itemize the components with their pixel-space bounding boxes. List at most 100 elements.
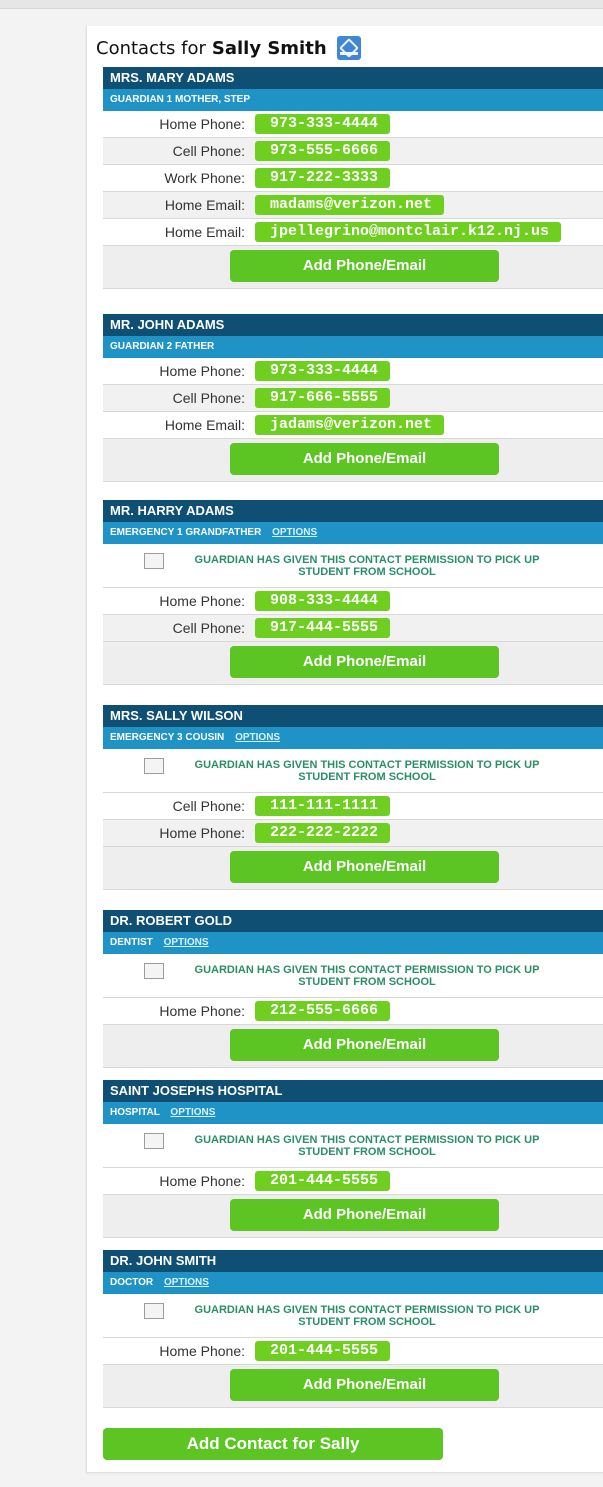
actions-row: Add Phone/Email xyxy=(103,847,603,890)
contact-name: MR. JOHN ADAMS xyxy=(103,314,603,336)
title-prefix: Contacts for xyxy=(96,37,206,59)
contact-name: SAINT JOSEPHS HOSPITAL xyxy=(103,1080,603,1102)
permission-text: GUARDIAN HAS GIVEN THIS CONTACT PERMISSI… xyxy=(194,553,540,578)
actions-row: Add Phone/Email xyxy=(103,1025,603,1068)
options-link[interactable]: OPTIONS xyxy=(164,937,209,948)
contact-role-text: DOCTOR xyxy=(110,1277,154,1288)
phone-value[interactable]: 201-444-5555 xyxy=(255,1171,391,1191)
actions-row: Add Phone/Email xyxy=(103,439,603,482)
permission-text: GUARDIAN HAS GIVEN THIS CONTACT PERMISSI… xyxy=(194,963,540,988)
contact-name: MRS. SALLY WILSON xyxy=(103,705,603,727)
contact-role: EMERGENCY 1 GRANDFATHER OPTIONS xyxy=(103,522,603,544)
contact-name: DR. JOHN SMITH xyxy=(103,1250,603,1272)
options-link[interactable]: OPTIONS xyxy=(235,732,280,743)
actions-row: Add Phone/Email xyxy=(103,1365,603,1408)
options-link[interactable]: OPTIONS xyxy=(272,527,317,538)
field-label: Home Email: xyxy=(164,197,245,213)
phone-value[interactable]: 917-222-3333 xyxy=(255,168,391,188)
add-phone-email-button[interactable]: Add Phone/Email xyxy=(230,1369,499,1401)
contact-role: DENTIST OPTIONS xyxy=(103,932,603,954)
phone-value[interactable]: 201-444-5555 xyxy=(255,1341,391,1361)
add-contact-button[interactable]: Add Contact for Sally xyxy=(103,1428,443,1460)
top-bar xyxy=(0,0,603,9)
contact-card: MR. HARRY ADAMS EMERGENCY 1 GRANDFATHER … xyxy=(103,500,603,685)
add-phone-email-button[interactable]: Add Phone/Email xyxy=(230,1199,499,1231)
phone-value[interactable]: 973-555-6666 xyxy=(255,141,391,161)
pickup-permission: GUARDIAN HAS GIVEN THIS CONTACT PERMISSI… xyxy=(103,1294,603,1338)
field-label: Home Phone: xyxy=(159,363,245,379)
permission-text: GUARDIAN HAS GIVEN THIS CONTACT PERMISSI… xyxy=(194,1303,540,1328)
add-phone-email-button[interactable]: Add Phone/Email xyxy=(230,443,499,475)
actions-row: Add Phone/Email xyxy=(103,642,603,685)
contact-row: Home Phone: 212-555-6666 xyxy=(103,998,603,1025)
pdf-icon[interactable] xyxy=(336,36,361,60)
contact-role-text: GUARDIAN 2 FATHER xyxy=(110,341,215,352)
add-phone-email-button[interactable]: Add Phone/Email xyxy=(230,250,499,282)
phone-value[interactable]: 111-111-1111 xyxy=(255,796,391,816)
contact-row: Home Phone: 201-444-5555 xyxy=(103,1168,603,1195)
field-label: Home Phone: xyxy=(159,1003,245,1019)
contact-role: DOCTOR OPTIONS xyxy=(103,1272,603,1294)
permission-checkbox[interactable] xyxy=(144,1132,164,1149)
contact-role-text: GUARDIAN 1 MOTHER, STEP xyxy=(110,94,251,105)
contact-role-text: EMERGENCY 1 GRANDFATHER xyxy=(110,527,262,538)
field-label: Home Phone: xyxy=(159,1343,245,1359)
contact-role: EMERGENCY 3 COUSIN OPTIONS xyxy=(103,727,603,749)
contact-row: Home Phone: 973-333-4444 xyxy=(103,358,603,385)
permission-checkbox[interactable] xyxy=(144,1302,164,1319)
contact-role-text: HOSPITAL xyxy=(110,1107,160,1118)
phone-value[interactable]: 222-222-2222 xyxy=(255,823,391,843)
phone-value[interactable]: 973-333-4444 xyxy=(255,361,391,381)
pickup-permission: GUARDIAN HAS GIVEN THIS CONTACT PERMISSI… xyxy=(103,749,603,793)
student-name: Sally Smith xyxy=(211,37,327,59)
field-label: Cell Phone: xyxy=(172,620,245,636)
permission-text: GUARDIAN HAS GIVEN THIS CONTACT PERMISSI… xyxy=(194,758,540,783)
contact-card: SAINT JOSEPHS HOSPITAL HOSPITAL OPTIONS … xyxy=(103,1080,603,1238)
field-label: Cell Phone: xyxy=(172,798,245,814)
contact-row: Cell Phone: 917-444-5555 xyxy=(103,615,603,642)
phone-value[interactable]: 917-666-5555 xyxy=(255,388,391,408)
contact-card: DR. ROBERT GOLD DENTIST OPTIONS GUARDIAN… xyxy=(103,910,603,1068)
email-value[interactable]: madams@verizon.net xyxy=(255,195,445,215)
contact-row: Home Email: jadams@verizon.net xyxy=(103,412,603,439)
field-label: Home Email: xyxy=(164,417,245,433)
contact-row: Cell Phone: 111-111-1111 xyxy=(103,793,603,820)
contact-card: MRS. MARY ADAMS GUARDIAN 1 MOTHER, STEP … xyxy=(103,67,603,289)
phone-value[interactable]: 973-333-4444 xyxy=(255,114,391,134)
contact-role: GUARDIAN 2 FATHER xyxy=(103,336,603,358)
field-label: Cell Phone: xyxy=(172,143,245,159)
permission-checkbox[interactable] xyxy=(144,757,164,774)
add-phone-email-button[interactable]: Add Phone/Email xyxy=(230,851,499,883)
field-label: Work Phone: xyxy=(164,170,245,186)
add-phone-email-button[interactable]: Add Phone/Email xyxy=(230,1029,499,1061)
field-label: Home Phone: xyxy=(159,1173,245,1189)
contact-role-text: DENTIST xyxy=(110,937,153,948)
page-title: Contacts for Sally Smith xyxy=(96,35,361,61)
field-label: Home Phone: xyxy=(159,116,245,132)
contact-row: Cell Phone: 973-555-6666 xyxy=(103,138,603,165)
contact-row: Home Email: madams@verizon.net xyxy=(103,192,603,219)
contact-name: MRS. MARY ADAMS xyxy=(103,67,603,89)
options-link[interactable]: OPTIONS xyxy=(164,1277,209,1288)
contact-row: Cell Phone: 917-666-5555 xyxy=(103,385,603,412)
phone-value[interactable]: 212-555-6666 xyxy=(255,1001,391,1021)
permission-checkbox[interactable] xyxy=(144,962,164,979)
contact-row: Home Email: jpellegrino@montclair.k12.nj… xyxy=(103,219,603,246)
permission-text: GUARDIAN HAS GIVEN THIS CONTACT PERMISSI… xyxy=(194,1133,540,1158)
contact-row: Home Phone: 973-333-4444 xyxy=(103,111,603,138)
contact-row: Home Phone: 201-444-5555 xyxy=(103,1338,603,1365)
email-value[interactable]: jpellegrino@montclair.k12.nj.us xyxy=(255,222,562,242)
options-link[interactable]: OPTIONS xyxy=(170,1107,215,1118)
phone-value[interactable]: 917-444-5555 xyxy=(255,618,391,638)
add-phone-email-button[interactable]: Add Phone/Email xyxy=(230,646,499,678)
permission-checkbox[interactable] xyxy=(144,552,164,569)
phone-value[interactable]: 908-333-4444 xyxy=(255,591,391,611)
contact-card: MR. JOHN ADAMS GUARDIAN 2 FATHER Home Ph… xyxy=(103,314,603,482)
field-label: Home Phone: xyxy=(159,825,245,841)
email-value[interactable]: jadams@verizon.net xyxy=(255,415,445,435)
field-label: Home Phone: xyxy=(159,593,245,609)
contact-name: DR. ROBERT GOLD xyxy=(103,910,603,932)
contact-row: Home Phone: 222-222-2222 xyxy=(103,820,603,847)
pickup-permission: GUARDIAN HAS GIVEN THIS CONTACT PERMISSI… xyxy=(103,544,603,588)
field-label: Home Email: xyxy=(164,224,245,240)
